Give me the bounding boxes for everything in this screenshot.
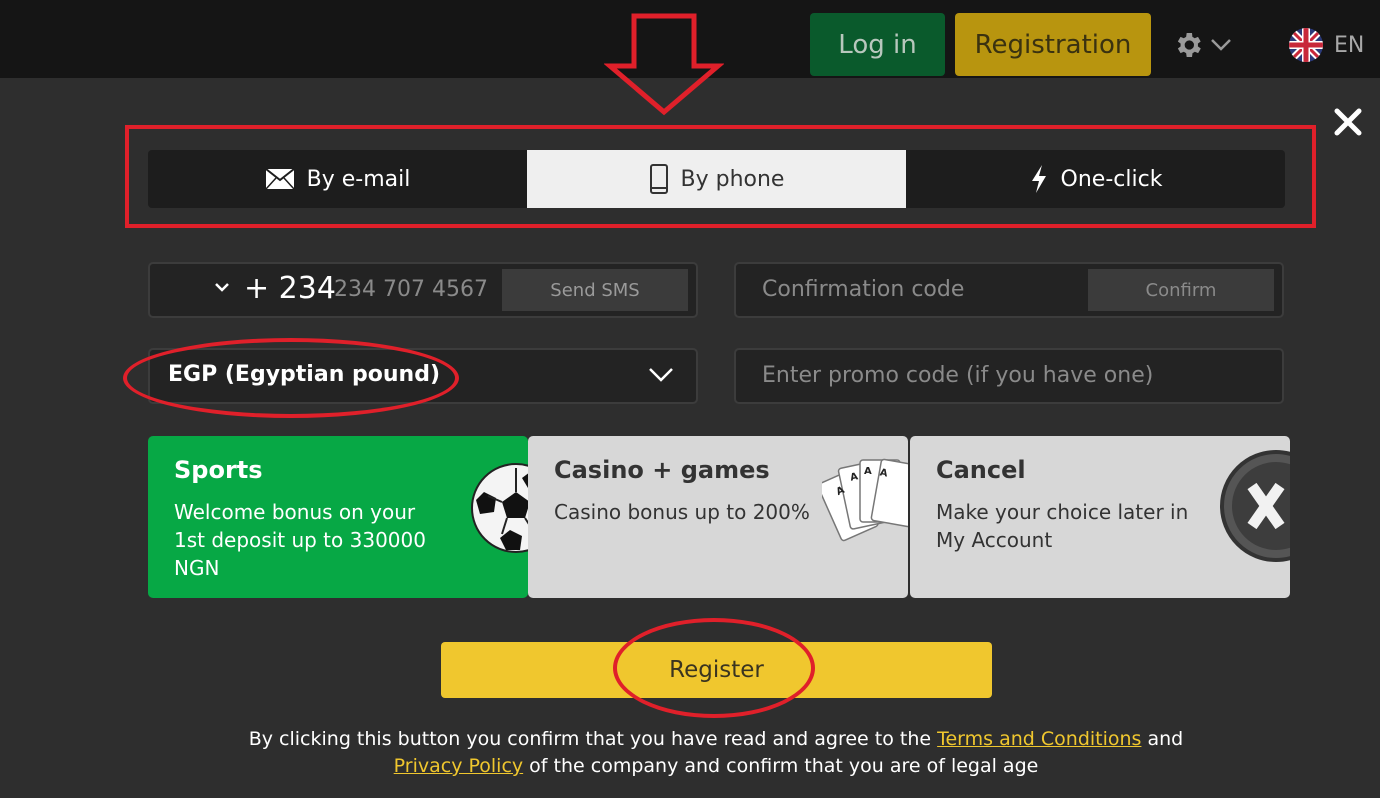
uk-flag-icon (1289, 28, 1323, 62)
bonus-card-sports[interactable]: Sports Welcome bonus on your 1st deposit… (148, 436, 528, 598)
chevron-down-icon[interactable] (214, 282, 230, 294)
bonus-title: Cancel (936, 456, 1026, 484)
confirm-button[interactable]: Confirm (1088, 269, 1274, 311)
send-sms-button[interactable]: Send SMS (502, 269, 688, 311)
bonus-title: Sports (174, 456, 263, 484)
envelope-icon (265, 168, 295, 190)
bonus-description: Casino bonus up to 200% (554, 500, 810, 524)
tab-by-email[interactable]: By e-mail (148, 150, 527, 208)
close-icon[interactable] (1332, 106, 1364, 138)
bonus-card-cancel[interactable]: Cancel Make your choice later in My Acco… (910, 436, 1290, 598)
bonus-card-casino[interactable]: Casino + games Casino bonus up to 200% A… (528, 436, 908, 598)
promo-code-field[interactable]: Enter promo code (if you have one) (734, 348, 1284, 404)
cancel-x-icon (1220, 450, 1290, 562)
annotation-ellipse (613, 618, 815, 718)
language-selector[interactable]: EN (1288, 26, 1380, 64)
login-button[interactable]: Log in (810, 13, 945, 76)
annotation-ellipse (123, 338, 459, 418)
terms-link[interactable]: Terms and Conditions (937, 728, 1141, 750)
settings-menu[interactable] (1172, 28, 1242, 62)
tab-label: One-click (1060, 166, 1163, 192)
registration-button[interactable]: Registration (955, 13, 1151, 76)
language-code: EN (1334, 32, 1365, 58)
phone-prefix: + 234 (244, 271, 336, 306)
bonus-description: Welcome bonus on your 1st deposit up to … (174, 500, 426, 580)
legal-text: of the company and confirm that you are … (523, 755, 1039, 777)
soccer-ball-icon (471, 463, 528, 553)
playing-cards-icon: A A A A (822, 458, 908, 542)
chevron-down-icon (1211, 39, 1231, 51)
tab-label: By phone (680, 166, 785, 192)
svg-text:A: A (864, 466, 872, 477)
annotation-arrow (604, 13, 724, 116)
legal-notice: By clicking this button you confirm that… (200, 726, 1232, 780)
lightning-icon (1031, 165, 1046, 193)
phone-icon (649, 164, 668, 194)
chevron-down-icon (649, 368, 673, 382)
legal-text: By clicking this button you confirm that… (248, 728, 938, 750)
registration-method-tabs: By e-mail By phone One-click (148, 150, 1285, 208)
confirmation-code-input[interactable]: Confirmation code (762, 277, 964, 302)
phone-field[interactable]: + 234 234 707 4567 Send SMS (148, 262, 698, 318)
promo-code-input[interactable]: Enter promo code (if you have one) (762, 363, 1153, 388)
tab-one-click[interactable]: One-click (906, 150, 1285, 208)
privacy-link[interactable]: Privacy Policy (394, 755, 523, 777)
bonus-description: Make your choice later in My Account (936, 500, 1189, 552)
confirmation-code-field[interactable]: Confirmation code Confirm (734, 262, 1284, 318)
phone-input[interactable]: 234 707 4567 (334, 277, 488, 302)
legal-text: and (1141, 728, 1184, 750)
bonus-title: Casino + games (554, 456, 770, 484)
tab-by-phone[interactable]: By phone (527, 150, 906, 208)
gear-icon (1177, 33, 1201, 57)
tab-label: By e-mail (306, 166, 411, 192)
